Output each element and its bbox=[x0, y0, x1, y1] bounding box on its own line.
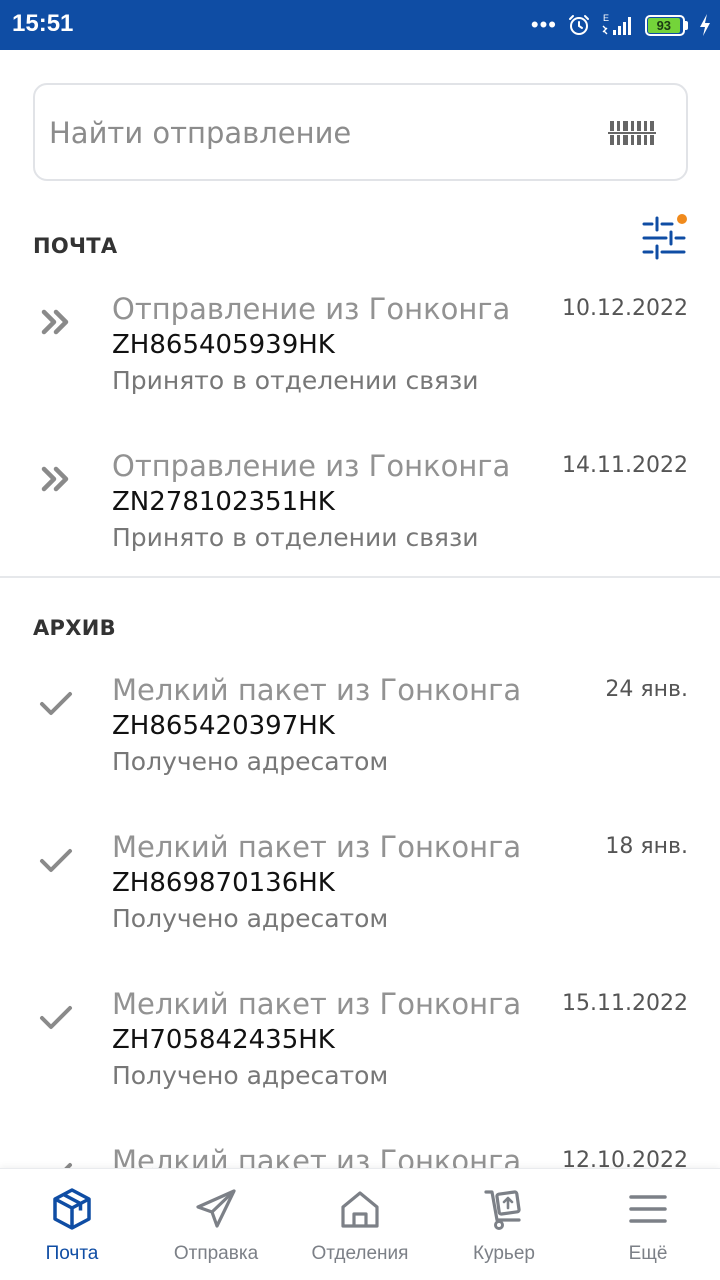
shipment-date: 24 янв. bbox=[605, 677, 688, 702]
battery-level: 93 bbox=[656, 17, 672, 33]
battery-icon: 93 bbox=[645, 14, 688, 36]
battery-fill: 93 bbox=[648, 17, 680, 33]
shipment-title: Отправление из Гонконга bbox=[112, 449, 511, 483]
nav-item-offices[interactable]: Отделения bbox=[288, 1169, 432, 1280]
nav-label: Отправка bbox=[173, 1243, 259, 1264]
hand-truck-icon bbox=[484, 1190, 521, 1230]
parcel-box-icon bbox=[53, 1188, 91, 1230]
status-time: 15:51 bbox=[12, 10, 74, 37]
tracking-code: ZN278102351HK bbox=[112, 487, 335, 517]
nav-item-send[interactable]: Отправка bbox=[144, 1169, 288, 1280]
shipment-date: 14.11.2022 bbox=[562, 453, 688, 478]
filter-sliders-icon[interactable] bbox=[640, 212, 690, 260]
shipment-title: Мелкий пакет из Гонконга bbox=[112, 830, 522, 864]
shipment-item[interactable]: Мелкий пакет из Гонконга ZH865420397HK П… bbox=[0, 673, 720, 813]
shipment-status: Получено адресатом bbox=[112, 1061, 389, 1090]
double-chevron-icon bbox=[41, 309, 69, 335]
filter-badge bbox=[677, 214, 687, 224]
shipment-title: Мелкий пакет из Гонконга bbox=[112, 673, 522, 707]
house-icon bbox=[341, 1191, 379, 1228]
checkmark-icon bbox=[40, 1006, 72, 1029]
charging-bolt-icon bbox=[700, 14, 710, 36]
search-input[interactable] bbox=[49, 111, 589, 155]
shipment-title: Мелкий пакет из Гонконга bbox=[112, 987, 522, 1021]
checkmark-icon bbox=[40, 692, 72, 715]
tracking-code: ZH865420397HK bbox=[112, 711, 335, 741]
nav-item-more[interactable]: Ещё bbox=[576, 1169, 720, 1280]
shipment-item[interactable]: Мелкий пакет из Гонконга ZH869870136HK П… bbox=[0, 830, 720, 970]
nav-label: Курьер bbox=[473, 1243, 535, 1264]
section-title-archive: АРХИВ bbox=[33, 616, 116, 640]
tracking-code: ZH865405939HK bbox=[112, 330, 335, 360]
signal-strength-icon: E bbox=[602, 13, 631, 35]
section-divider bbox=[0, 576, 720, 578]
shipment-item[interactable]: Отправление из Гонконга ZN278102351HK Пр… bbox=[0, 449, 720, 589]
notification-dots-icon: ••• bbox=[530, 12, 557, 37]
nav-label: Ещё bbox=[628, 1243, 668, 1264]
nav-item-courier[interactable]: Курьер bbox=[432, 1169, 576, 1280]
nav-label: Почта bbox=[45, 1243, 99, 1264]
paper-plane-icon bbox=[196, 1189, 236, 1228]
shipment-date: 10.12.2022 bbox=[562, 296, 688, 321]
alarm-clock-icon bbox=[569, 15, 589, 35]
section-title-post: ПОЧТА bbox=[33, 234, 118, 258]
shipment-date: 15.11.2022 bbox=[562, 991, 688, 1016]
double-chevron-icon bbox=[41, 466, 69, 492]
status-bar: 15:51 ••• E 93 bbox=[0, 0, 720, 50]
tracking-code: ZH869870136HK bbox=[112, 868, 335, 898]
tracking-code: ZH705842435HK bbox=[112, 1025, 335, 1055]
network-type-label: E bbox=[603, 13, 609, 23]
shipment-status: Получено адресатом bbox=[112, 904, 389, 933]
nav-item-post[interactable]: Почта bbox=[0, 1169, 144, 1280]
barcode-scan-icon[interactable] bbox=[608, 117, 656, 149]
shipment-item[interactable]: Отправление из Гонконга ZH865405939HK Пр… bbox=[0, 292, 720, 432]
checkmark-icon bbox=[40, 849, 72, 872]
shipment-item[interactable]: Мелкий пакет из Гонконга ZH705842435HK П… bbox=[0, 987, 720, 1127]
bottom-navigation: Почта Отправка Отделения Курьер Ещё bbox=[0, 1168, 720, 1280]
shipment-status: Принято в отделении связи bbox=[112, 366, 479, 395]
nav-label: Отделения bbox=[311, 1243, 409, 1264]
search-box[interactable] bbox=[33, 83, 688, 181]
shipment-status: Принято в отделении связи bbox=[112, 523, 479, 552]
shipment-status: Получено адресатом bbox=[112, 747, 389, 776]
shipment-title: Отправление из Гонконга bbox=[112, 292, 511, 326]
shipment-date: 18 янв. bbox=[605, 834, 688, 859]
status-icons: ••• E 93 bbox=[531, 10, 712, 40]
menu-icon bbox=[629, 1195, 667, 1223]
